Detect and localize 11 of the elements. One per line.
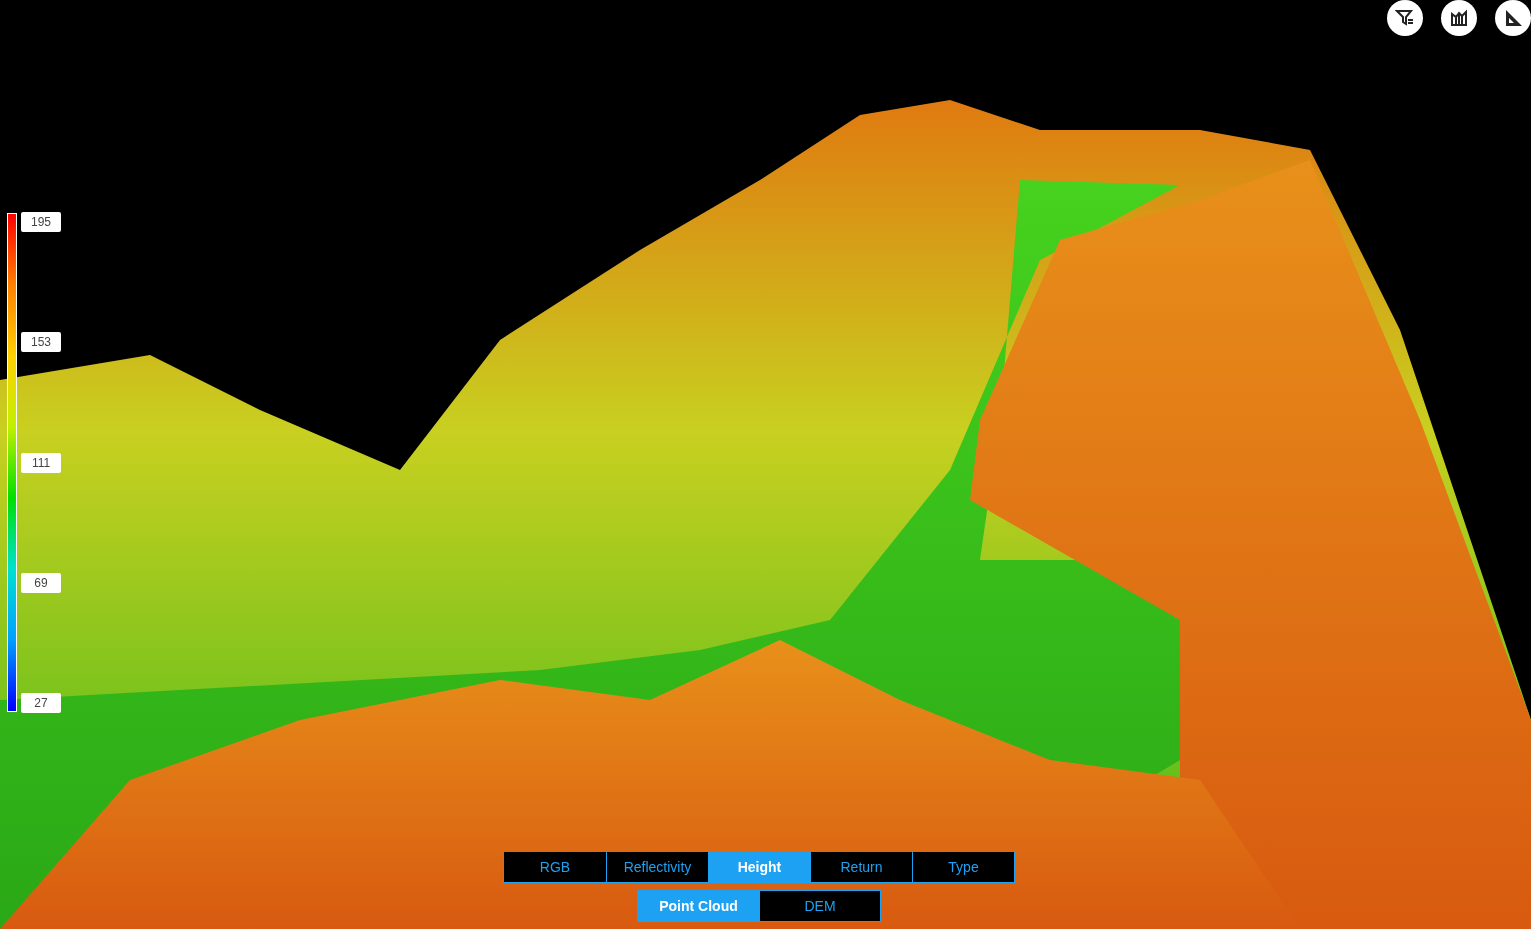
scale-label: 153 (21, 332, 61, 353)
scale-label: 69 (21, 572, 61, 593)
measure-button[interactable] (1495, 0, 1531, 36)
filter-icon (1395, 8, 1415, 28)
scale-label: 111 (21, 452, 61, 473)
scale-label: 27 (21, 693, 61, 713)
scale-label: 195 (21, 212, 61, 232)
chart-icon (1449, 8, 1469, 28)
filter-button[interactable] (1387, 0, 1423, 36)
profile-button[interactable] (1441, 0, 1477, 36)
ruler-triangle-icon (1503, 8, 1523, 28)
